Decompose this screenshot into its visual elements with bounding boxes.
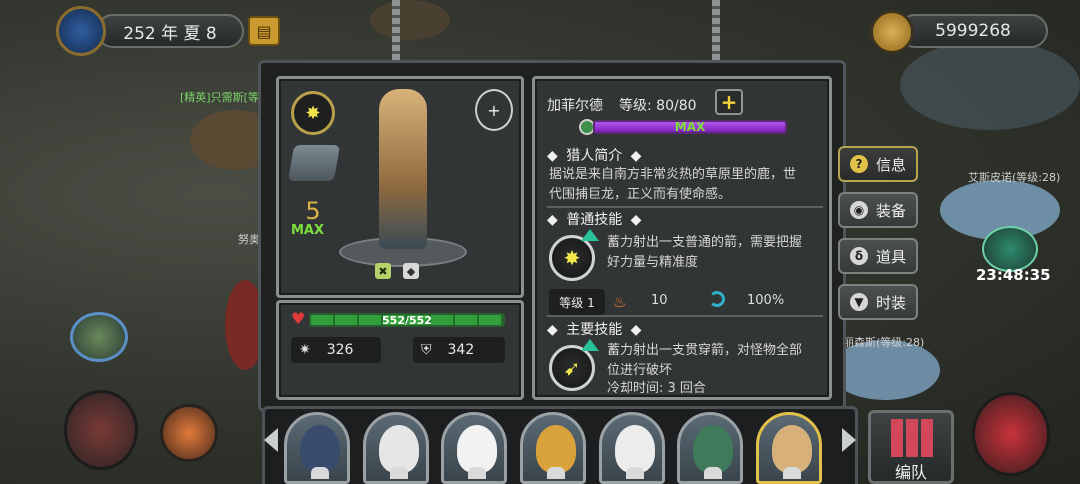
bio-title-row: ◆ 猎人简介 ◆ — [547, 148, 642, 164]
calendar-button[interactable]: ▤ — [248, 16, 280, 46]
bio-text: 据说是来自南方非常炎热的草原里的鹿，世 — [549, 167, 797, 182]
date-display: 252 年 夏 8 — [96, 14, 244, 48]
element-icon: ✖ — [375, 263, 391, 279]
divider — [547, 315, 823, 317]
main-skill-desc: 蓄力射出一支贯穿箭，对怪物全部 — [607, 343, 803, 358]
shield-type-icon: ◆ — [403, 263, 419, 279]
hero-level: 等级: 80/80 — [619, 98, 697, 114]
calendar-moon-icon[interactable] — [56, 6, 106, 56]
team-label: 编队 — [894, 463, 927, 482]
normal-skill-title-row: ◆ 普通技能 ◆ — [547, 212, 642, 228]
normal-skill-desc: 好力量与精准度 — [607, 255, 699, 270]
rock-silhouette — [900, 40, 1080, 130]
world-map-button[interactable] — [70, 312, 128, 362]
shirt-icon: ▼ — [850, 293, 868, 311]
chain-decoration — [392, 0, 400, 64]
main-skill-cooldown: 冷却时间: 3 回合 — [607, 381, 706, 396]
skill-upgrade-arrow-icon — [581, 339, 599, 351]
bio-title: 猎人简介 — [566, 148, 623, 164]
bio-text: 代围捕巨龙，正义而有使命感。 — [549, 187, 732, 202]
hero-giraffe-sprite — [379, 89, 427, 249]
pet-rabbit-icon[interactable]: + — [475, 89, 513, 131]
skill-level: 等级 1 — [559, 295, 595, 310]
skill-upgrade-arrow-icon — [581, 229, 599, 241]
hero-info-panel: 加菲尔德 等级: 80/80 + MAX ◆ 猎人简介 ◆ 据说是来自南方非常炎… — [532, 76, 832, 400]
attack-stat: ✷ 326 — [291, 337, 381, 363]
house-button[interactable] — [64, 390, 138, 470]
main-skill-icon[interactable]: ➹ — [549, 345, 595, 391]
skill-rate: 100% — [747, 293, 785, 308]
hero-portrait-giraffe[interactable] — [756, 412, 822, 484]
creature-silhouette — [370, 0, 450, 40]
hero-portrait-crocodile[interactable] — [677, 412, 743, 484]
hero-portrait-bear[interactable] — [284, 412, 350, 484]
hp-bar: 552/552 — [309, 313, 505, 327]
shield-icon: ⛨ — [421, 342, 432, 358]
main-skill-desc: 位进行破坏 — [607, 363, 673, 378]
accuracy-icon — [709, 291, 725, 307]
tab-info[interactable]: ? 信息 — [838, 146, 918, 182]
hero-portrait-eagle[interactable] — [363, 412, 429, 484]
battle-button[interactable] — [972, 392, 1050, 476]
hero-portrait-polarbear[interactable] — [441, 412, 507, 484]
settings-gear-button[interactable] — [160, 404, 218, 462]
level-up-button[interactable]: + — [715, 89, 743, 115]
normal-skill-title: 普通技能 — [566, 212, 623, 228]
overworld-label: 艾斯皮诺(等级:28) — [968, 171, 1061, 184]
skill-level-badge: 等级 1 — [549, 289, 605, 315]
defense-stat: ⛨ 342 — [413, 337, 505, 363]
exp-bar: MAX — [593, 120, 787, 134]
defense-value: 342 — [447, 342, 475, 358]
roster-right-arrow-icon[interactable] — [842, 428, 856, 452]
hero-name: 加菲尔德 — [547, 98, 603, 114]
team-icon — [891, 419, 933, 457]
hp-text: 552/552 — [382, 314, 432, 327]
main-skill-title: 主要技能 — [566, 322, 623, 338]
tab-costume-label: 时装 — [876, 293, 907, 312]
chain-decoration — [712, 0, 720, 64]
tab-costume[interactable]: ▼ 时装 — [838, 284, 918, 320]
hero-stats-panel: ♥ 552/552 ✷ 326 ⛨ 342 — [276, 300, 524, 400]
gold-display: 5999268 — [898, 14, 1048, 48]
max-badge: MAX — [291, 223, 325, 238]
tab-equipment[interactable]: ◉ 装备 — [838, 192, 918, 228]
fire-icon: ♨ — [613, 293, 627, 311]
mask-icon: ◉ — [850, 201, 868, 219]
gold-coin-icon — [870, 10, 914, 54]
weapon-crossbow-icon[interactable] — [287, 145, 341, 181]
skill-cost: 10 — [651, 293, 668, 308]
potion-icon: δ — [850, 247, 868, 265]
roster-left-arrow-icon[interactable] — [264, 428, 278, 452]
star-level: 5 — [305, 197, 321, 225]
hero-showcase-panel: ✸ 5 MAX + ✖ ◆ — [276, 76, 524, 298]
boss-timer: 23:48:35 — [976, 266, 1051, 284]
date-text: 252 年 夏 8 — [123, 23, 217, 44]
tab-items-label: 道具 — [876, 247, 907, 266]
info-icon: ? — [850, 155, 868, 173]
hero-portrait-leopard[interactable] — [520, 412, 586, 484]
exp-max-label: MAX — [674, 120, 706, 134]
tab-info-label: 信息 — [876, 155, 907, 174]
team-formation-button[interactable]: 编队 — [868, 410, 954, 484]
normal-skill-icon[interactable]: ✸ — [549, 235, 595, 281]
attack-value: 326 — [326, 342, 354, 358]
normal-skill-desc: 蓄力射出一支普通的箭，需要把握 — [607, 235, 803, 250]
tab-items[interactable]: δ 道具 — [838, 238, 918, 274]
main-skill-title-row: ◆ 主要技能 ◆ — [547, 322, 642, 338]
divider — [547, 206, 823, 208]
heart-icon: ♥ — [291, 309, 306, 328]
gold-amount: 5999268 — [935, 21, 1011, 41]
class-icon[interactable]: ✸ — [291, 91, 335, 135]
attack-icon: ✷ — [299, 342, 311, 358]
hero-portrait-lion[interactable] — [599, 412, 665, 484]
tab-equipment-label: 装备 — [876, 201, 907, 220]
